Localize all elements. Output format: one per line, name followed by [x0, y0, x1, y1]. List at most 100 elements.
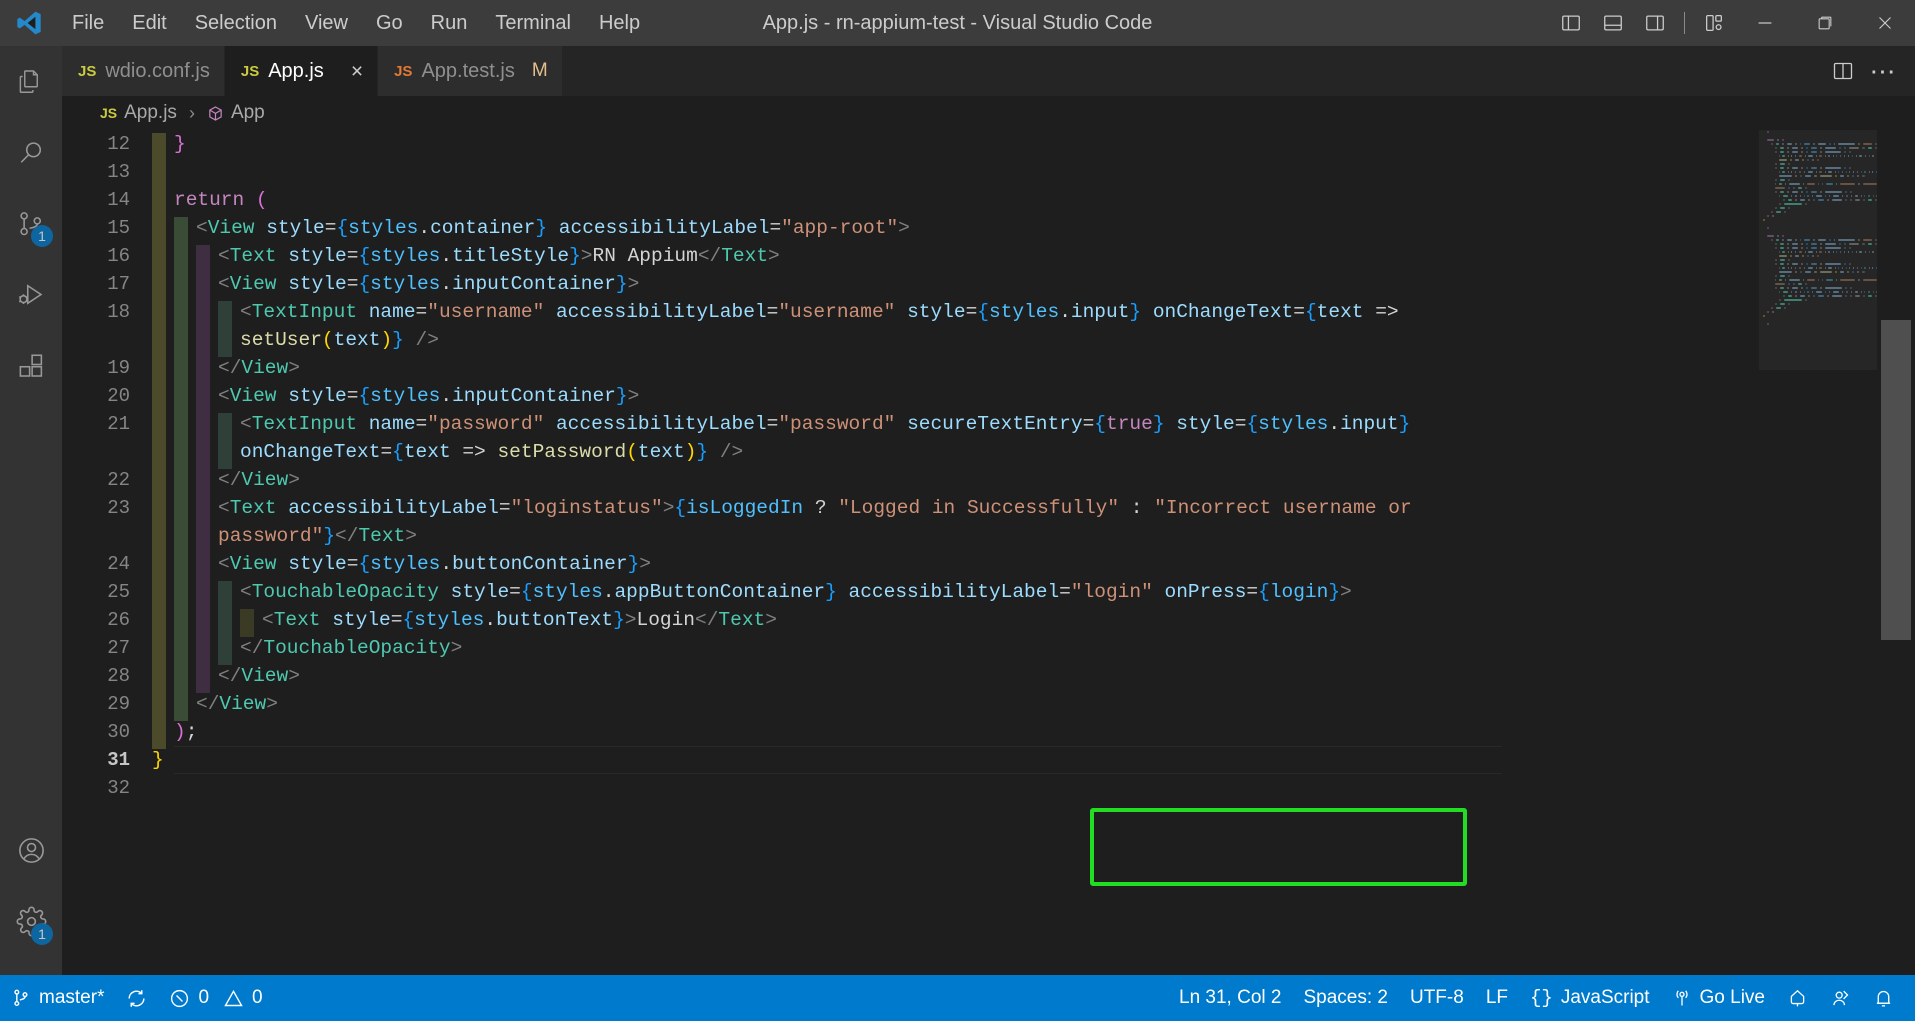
code-editor[interactable]: 12} 13 14 return (15 <View style={styles.con… [62, 130, 1915, 975]
code-line[interactable]: 19 </View> [62, 354, 1762, 385]
code-line[interactable]: 14 return ( [62, 186, 1762, 217]
sidebar-item-accounts[interactable] [0, 815, 62, 886]
code-line[interactable]: 28 </View> [62, 662, 1762, 693]
status-eol[interactable]: LF [1475, 975, 1519, 1021]
code-line[interactable]: 15 <View style={styles.container} accessi… [62, 214, 1762, 245]
code-line[interactable]: 21 <TextInput name="password" accessibili… [62, 410, 1762, 441]
token: secureTextEntry [907, 413, 1083, 435]
status-remote[interactable] [1819, 975, 1862, 1021]
indent-guide [174, 525, 188, 553]
status-language-mode[interactable]: {} JavaScript [1519, 975, 1661, 1021]
editor-tab-bar: JS wdio.conf.js JS App.js × JS App.test.… [62, 46, 1915, 96]
sidebar-item-extensions[interactable] [0, 330, 62, 401]
code-line[interactable]: 24 <View style={styles.buttonContainer}> [62, 550, 1762, 581]
token: /> [719, 441, 744, 463]
status-branch[interactable]: master* [0, 975, 115, 1021]
close-icon[interactable] [1855, 0, 1915, 46]
status-sync[interactable] [115, 975, 158, 1021]
toggle-secondary-sidebar-icon[interactable] [1634, 0, 1676, 46]
code-lines[interactable]: 12} 13 14 return (15 <View style={styles.con… [62, 130, 1762, 975]
indent-guide [196, 329, 210, 357]
code-line[interactable]: password"}</Text> [62, 522, 1762, 553]
code-line[interactable]: 27 </TouchableOpacity> [62, 634, 1762, 665]
code-line[interactable]: 12} [62, 130, 1762, 161]
status-go-live[interactable]: Go Live [1661, 975, 1776, 1021]
code-line[interactable]: 20 <View style={styles.inputContainer}> [62, 382, 1762, 413]
tab-app-js[interactable]: JS App.js × [224, 46, 379, 96]
sidebar-item-settings[interactable]: 1 [0, 886, 62, 957]
minimap-slider[interactable] [1759, 130, 1877, 370]
customize-layout-icon[interactable] [1693, 0, 1735, 46]
token: => [1375, 301, 1399, 323]
editor-scrollbar[interactable] [1877, 130, 1915, 975]
code-line[interactable]: 31} [62, 746, 1762, 774]
minimize-icon[interactable] [1735, 0, 1795, 46]
indent-guide [174, 413, 188, 441]
code-line[interactable]: onChangeText={text => setPassword(text)}… [62, 438, 1762, 469]
token: : [1119, 497, 1155, 519]
code-line[interactable]: 26 <Text style={styles.buttonText}>Login<… [62, 606, 1762, 637]
menu-item-help[interactable]: Help [585, 0, 654, 46]
split-editor-icon[interactable] [1825, 53, 1861, 89]
code-line[interactable]: 17 <View style={styles.inputContainer}> [62, 270, 1762, 301]
code-tokens: <View style={styles.buttonContainer}> [218, 553, 651, 575]
close-icon[interactable]: × [351, 61, 363, 82]
braces-icon: {} [1530, 987, 1553, 1009]
status-encoding[interactable]: UTF-8 [1399, 975, 1475, 1021]
sidebar-item-source-control[interactable]: 1 [0, 188, 62, 259]
code-line[interactable]: setUser(text)} /> [62, 326, 1762, 357]
menu-item-go[interactable]: Go [362, 0, 417, 46]
scrollbar-thumb[interactable] [1881, 320, 1911, 640]
toggle-primary-sidebar-icon[interactable] [1550, 0, 1592, 46]
status-cursor-position[interactable]: Ln 31, Col 2 [1168, 975, 1292, 1021]
code-line[interactable]: 16 <Text style={styles.titleStyle}>RN App… [62, 242, 1762, 273]
code-line[interactable]: 23 <Text accessibilityLabel="loginstatus"… [62, 494, 1762, 525]
status-prettier[interactable] [1776, 975, 1819, 1021]
toggle-panel-icon[interactable] [1592, 0, 1634, 46]
code-line[interactable]: 32 [62, 774, 1762, 802]
menu-item-run[interactable]: Run [417, 0, 482, 46]
indent-guide [196, 385, 210, 413]
code-line[interactable]: 30); [62, 718, 1762, 749]
sidebar-item-search[interactable] [0, 117, 62, 188]
status-problems[interactable]: 0 0 [158, 975, 273, 1021]
menu-item-view[interactable]: View [291, 0, 362, 46]
restore-icon[interactable] [1795, 0, 1855, 46]
code-content [152, 161, 174, 189]
token: inputContainer [452, 385, 616, 407]
token: > [1340, 581, 1352, 603]
token: onChangeText [1152, 301, 1294, 323]
status-go-live-label: Go Live [1699, 987, 1765, 1008]
more-actions-icon[interactable]: ⋯ [1865, 53, 1901, 89]
menu-item-file[interactable]: File [58, 0, 118, 46]
code-tokens: <Text style={styles.titleStyle}>RN Appiu… [218, 245, 780, 267]
breadcrumb-file[interactable]: JS App.js [100, 102, 177, 124]
token: </ [218, 469, 242, 491]
menu-item-selection[interactable]: Selection [181, 0, 291, 46]
menu-item-terminal[interactable]: Terminal [481, 0, 585, 46]
token: appButtonContainer [614, 581, 826, 603]
menu-item-edit[interactable]: Edit [118, 0, 180, 46]
indent-guide [196, 553, 210, 581]
minimap[interactable] [1759, 130, 1877, 975]
tab-app-test-js[interactable]: JS App.test.js M [378, 46, 563, 96]
token: Text [229, 497, 277, 519]
status-indentation[interactable]: Spaces: 2 [1292, 975, 1399, 1021]
token: isLoggedIn [686, 497, 804, 519]
status-language-label: JavaScript [1560, 987, 1650, 1008]
tab-wdio-conf-js[interactable]: JS wdio.conf.js [62, 46, 225, 96]
code-line[interactable]: 22 </View> [62, 466, 1762, 497]
code-line[interactable]: 29 </View> [62, 690, 1762, 721]
code-line[interactable]: 13 [62, 158, 1762, 189]
sidebar-item-run-and-debug[interactable] [0, 259, 62, 330]
token: = [346, 273, 359, 295]
token: ) [380, 329, 393, 351]
indent-guide [174, 217, 188, 245]
breadcrumb-symbol[interactable]: App [207, 102, 265, 124]
code-line[interactable]: 18 <TextInput name="username" accessibili… [62, 298, 1762, 329]
code-line[interactable]: 25 <TouchableOpacity style={styles.appBut… [62, 578, 1762, 609]
status-notifications[interactable] [1862, 975, 1905, 1021]
sidebar-item-explorer[interactable] [0, 46, 62, 117]
